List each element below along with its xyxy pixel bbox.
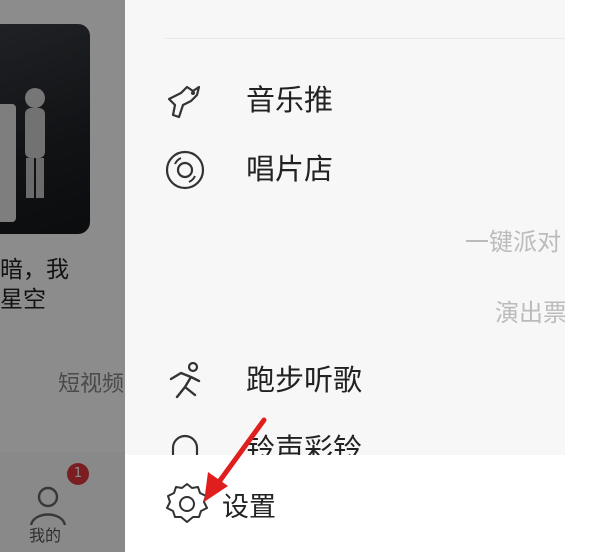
settings-row[interactable]: 设置 (125, 455, 565, 552)
settings-label: 设置 (222, 492, 276, 523)
menu-item-music-push[interactable]: 音乐推 (125, 73, 565, 123)
record-store-icon (165, 150, 205, 190)
tickets-label[interactable]: 演出票 (495, 293, 565, 328)
party-label[interactable]: 一键派对 (465, 222, 561, 257)
music-push-icon (167, 85, 201, 119)
background-app: 暗，我 星空 短视频 1 我的 (0, 0, 125, 552)
menu-label: 唱片店 (246, 152, 334, 186)
running-icon (169, 361, 201, 399)
menu-label: 跑步听歌 (246, 363, 363, 397)
side-drawer: 音乐推 唱片店 一键派对 演出票 跑步听歌 铃声彩铃 设置 (125, 0, 565, 552)
divider (165, 38, 565, 39)
dim-overlay[interactable] (0, 0, 125, 552)
right-edge (565, 0, 611, 552)
menu-item-running[interactable]: 跑步听歌 (125, 353, 565, 403)
menu-item-record-store[interactable]: 唱片店 (125, 142, 565, 192)
menu-label: 音乐推 (246, 83, 334, 117)
gear-icon (166, 483, 208, 523)
